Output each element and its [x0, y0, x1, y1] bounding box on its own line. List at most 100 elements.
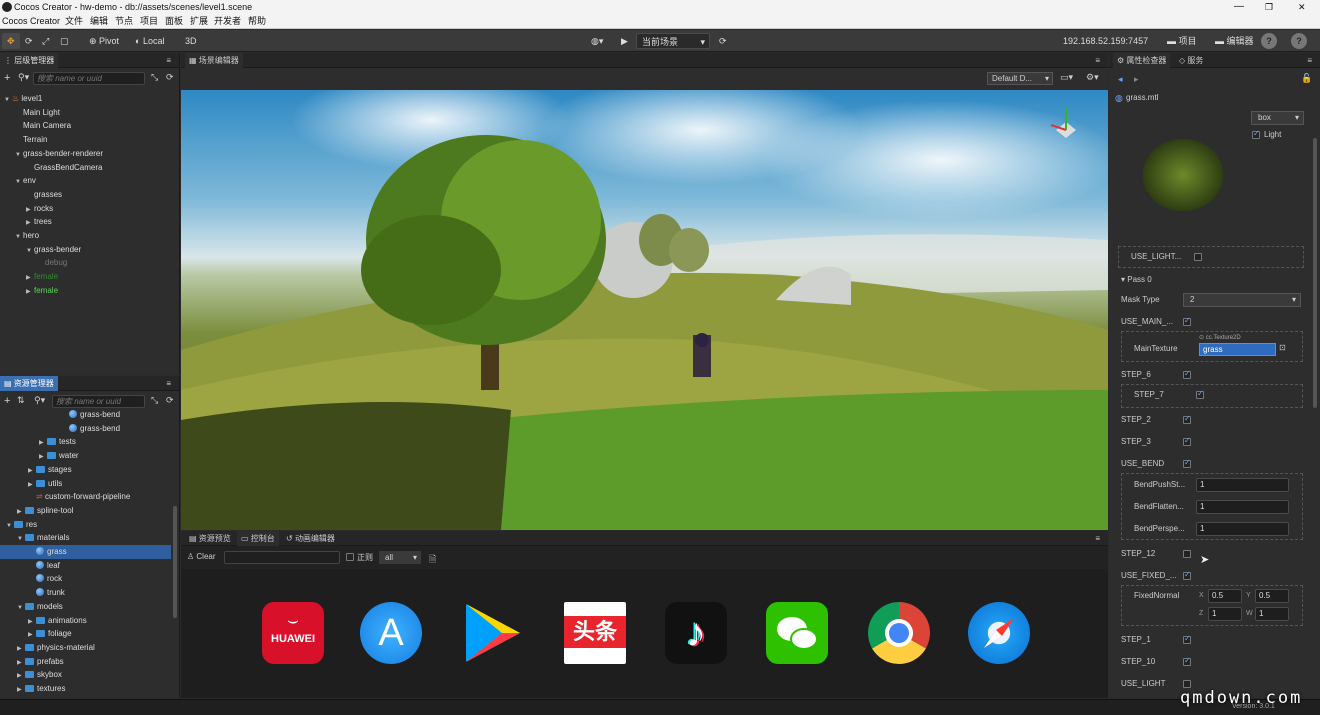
asset-item[interactable]: ▶ spline-tool: [17, 504, 73, 518]
bend-flatten-input[interactable]: 1: [1196, 500, 1289, 514]
preview-ip[interactable]: 192.168.52.159:7457: [1058, 33, 1153, 49]
hierarchy-node[interactable]: ▼ hero: [15, 229, 39, 243]
step1-checkbox[interactable]: [1183, 634, 1191, 644]
menu-icon[interactable]: ≡: [166, 53, 171, 68]
console-filter-input[interactable]: [224, 551, 340, 564]
menu-help[interactable]: 帮助: [248, 14, 266, 29]
expand-arrow-icon[interactable]: ▼: [15, 175, 23, 189]
asset-item[interactable]: ▶ foliage: [28, 627, 72, 641]
camera-select[interactable]: Default D... ▾: [987, 72, 1053, 85]
menu-icon[interactable]: ≡: [1307, 53, 1312, 68]
light-checkbox[interactable]: [1252, 129, 1260, 139]
globe-icon[interactable]: ◍▾: [586, 33, 608, 49]
assets-search-input[interactable]: 搜索 name or uuid: [52, 395, 145, 408]
mask-type-select[interactable]: 2 ▾: [1183, 293, 1301, 307]
fixed-normal-w[interactable]: 1: [1255, 607, 1289, 621]
hierarchy-node[interactable]: ▶ female: [26, 270, 58, 284]
material-preview[interactable]: [1143, 139, 1223, 211]
expand-arrow-icon[interactable]: ▼: [6, 519, 14, 533]
hierarchy-node[interactable]: ▼ grass-bender-renderer: [15, 147, 103, 161]
scene-select[interactable]: 当前场景 ▾: [636, 33, 710, 49]
tab-animation[interactable]: ↺ 动画编辑器: [282, 531, 339, 546]
step6-checkbox[interactable]: [1183, 369, 1191, 379]
back-icon[interactable]: ◂: [1118, 74, 1123, 85]
add-node-icon[interactable]: +: [4, 72, 10, 84]
hierarchy-node[interactable]: Main Camera: [15, 119, 71, 133]
menu-icon[interactable]: ≡: [1095, 531, 1100, 546]
refresh-icon[interactable]: ⟳: [714, 33, 732, 49]
menu-icon[interactable]: ≡: [166, 376, 171, 391]
asset-item[interactable]: ▶ tests: [39, 435, 76, 449]
hierarchy-node[interactable]: Terrain: [15, 133, 47, 147]
asset-item[interactable]: ▶ animations: [28, 614, 87, 628]
help2-icon[interactable]: ?: [1291, 33, 1307, 49]
scene-viewport[interactable]: [181, 90, 1108, 530]
hierarchy-node[interactable]: ▼ ♨ level1: [4, 92, 42, 106]
use-light2-checkbox[interactable]: [1183, 680, 1191, 688]
main-texture-field[interactable]: grass: [1199, 343, 1276, 356]
refresh-icon[interactable]: ⟳: [166, 395, 174, 406]
tab-asset-preview[interactable]: ▤ 资源预览: [185, 531, 235, 546]
gear-icon[interactable]: ⚙▾: [1086, 72, 1099, 83]
hierarchy-node[interactable]: GrassBendCamera: [26, 161, 102, 175]
regex-checkbox[interactable]: [346, 553, 354, 561]
bend-persp-input[interactable]: 1: [1196, 522, 1289, 536]
tab-hierarchy[interactable]: ⋮ 层级管理器: [0, 53, 59, 68]
hierarchy-node[interactable]: ▼ env: [15, 174, 36, 188]
expand-arrow-icon[interactable]: ▼: [17, 601, 25, 615]
expand-arrow-icon[interactable]: ▼: [4, 93, 12, 107]
hierarchy-node[interactable]: debug: [37, 256, 67, 270]
hierarchy-node[interactable]: ▶ rocks: [26, 202, 53, 216]
asset-item[interactable]: ▶ physics-material: [17, 641, 95, 655]
texture-locate-icon[interactable]: ⊡: [1279, 343, 1286, 352]
assets-scrollbar[interactable]: [173, 506, 177, 618]
mode-3d-button[interactable]: 3D: [180, 33, 202, 49]
asset-item[interactable]: ▶ utils: [28, 477, 62, 491]
hierarchy-node[interactable]: ▶ trees: [26, 215, 52, 229]
rotate-tool-icon[interactable]: ⟳: [20, 33, 38, 49]
asset-item[interactable]: grass-bend: [61, 422, 120, 436]
tab-assets[interactable]: ▤ 资源管理器: [0, 376, 58, 391]
rect-tool-icon[interactable]: ▢: [55, 33, 74, 49]
expand-arrow-icon[interactable]: ▶: [17, 683, 25, 697]
asset-item[interactable]: ▶ stages: [28, 463, 72, 477]
minimize-button[interactable]: —: [1234, 0, 1244, 14]
sort-icon[interactable]: ⇅: [17, 395, 25, 406]
menu-developer[interactable]: 开发者: [214, 14, 241, 29]
lock-icon[interactable]: 🔓: [1301, 73, 1312, 84]
project-button[interactable]: ▬ 项目: [1162, 33, 1202, 49]
asset-item[interactable]: grass: [28, 545, 67, 559]
asset-item[interactable]: ▼ res: [6, 518, 37, 532]
tab-services[interactable]: ◇ 服务: [1175, 53, 1207, 68]
pivot-button[interactable]: ⊕ Pivot: [84, 33, 124, 49]
step7-checkbox[interactable]: [1196, 389, 1204, 399]
tab-console[interactable]: ▭ 控制台: [237, 531, 279, 546]
menu-node[interactable]: 节点: [115, 14, 133, 29]
menu-project[interactable]: 项目: [140, 14, 158, 29]
scrollbar[interactable]: [1313, 138, 1317, 408]
move-tool-icon[interactable]: ✥: [2, 33, 20, 49]
maximize-button[interactable]: ❐: [1265, 0, 1273, 14]
asset-item[interactable]: ▶ water: [39, 449, 79, 463]
editor-button[interactable]: ▬ 编辑器: [1210, 33, 1259, 49]
asset-item[interactable]: grass-bend: [61, 408, 120, 422]
menu-edit[interactable]: 编辑: [90, 14, 108, 29]
use-bend-checkbox[interactable]: [1183, 458, 1191, 468]
help-icon[interactable]: ?: [1261, 33, 1277, 49]
clear-button[interactable]: ♙ Clear: [187, 552, 216, 561]
play-button[interactable]: ▶: [616, 33, 633, 49]
menu-panel[interactable]: 面板: [165, 14, 183, 29]
asset-item[interactable]: ▼ models: [17, 600, 63, 614]
add-asset-icon[interactable]: +: [4, 395, 10, 407]
camera-icon[interactable]: ▭▾: [1060, 72, 1073, 83]
expand-arrow-icon[interactable]: ▼: [15, 230, 23, 244]
pass-0-header[interactable]: ▾ Pass 0: [1121, 272, 1152, 288]
preview-shape-select[interactable]: box ▾: [1251, 111, 1304, 125]
step10-checkbox[interactable]: [1183, 656, 1191, 666]
asset-item[interactable]: ▶ skybox: [17, 668, 62, 682]
menu-extension[interactable]: 扩展: [190, 14, 208, 29]
menu-icon[interactable]: ≡: [1095, 53, 1100, 68]
asset-item[interactable]: rock: [28, 572, 62, 586]
hierarchy-node[interactable]: ▶ female: [26, 284, 58, 298]
local-button[interactable]: ◐ Local: [130, 33, 169, 49]
